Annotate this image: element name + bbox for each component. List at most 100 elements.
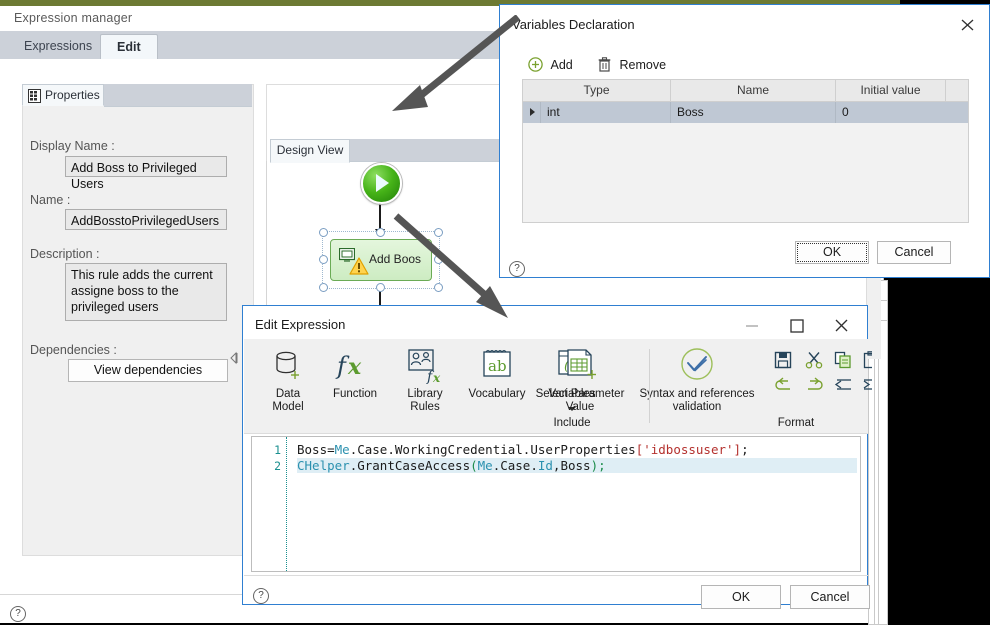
cell-name[interactable]: Boss xyxy=(671,102,836,123)
minimize-icon xyxy=(746,325,758,327)
code-line-1[interactable]: Boss=Me.Case.WorkingCredential.UserPrope… xyxy=(297,442,749,457)
variables-cancel-button[interactable]: Cancel xyxy=(877,241,951,264)
expression-help-button[interactable] xyxy=(253,588,269,607)
expression-minimize-button[interactable] xyxy=(731,312,773,338)
column-header-spacer xyxy=(946,80,968,101)
tab-expressions[interactable]: Expressions xyxy=(8,34,109,59)
maximize-icon xyxy=(790,319,804,333)
display-name-label: Display Name : xyxy=(30,139,115,153)
resize-handle-e[interactable] xyxy=(434,255,443,264)
format-group: Format xyxy=(664,349,872,429)
variables-ok-button[interactable]: OK xyxy=(795,241,869,264)
format-group-label: Format xyxy=(777,417,815,429)
line-number: 1 xyxy=(274,443,281,457)
cell-initial-value[interactable]: 0 xyxy=(836,102,946,123)
column-header-initial-value: Initial value xyxy=(836,80,946,101)
format-outdent-button[interactable] xyxy=(833,377,853,396)
close-icon xyxy=(835,319,848,332)
variables-declaration-dialog: Variables Declaration Add Remove Type Na… xyxy=(499,4,990,278)
ribbon-data-model-button[interactable]: Data Model xyxy=(260,347,316,414)
warning-icon xyxy=(349,257,369,275)
ribbon-select-parameter-value-btn[interactable]: Select Parameter Value xyxy=(525,347,635,414)
database-add-icon xyxy=(260,347,316,385)
task-node-add-boos[interactable]: Add Boos xyxy=(330,239,432,281)
play-icon xyxy=(376,174,389,192)
resize-handle-nw[interactable] xyxy=(319,228,328,237)
window-title: Expression manager xyxy=(14,11,133,25)
row-selector-cell[interactable] xyxy=(523,102,541,123)
close-icon xyxy=(961,19,974,31)
start-node[interactable] xyxy=(361,163,402,204)
ribbon-function-button[interactable]: f x Function xyxy=(324,347,386,401)
display-name-field[interactable]: Add Boss to Privileged Users xyxy=(65,156,227,191)
tab-design-view[interactable]: Design View xyxy=(270,139,350,163)
svg-text:ab: ab xyxy=(488,357,507,375)
cut-icon xyxy=(805,352,823,369)
fx-icon: f x xyxy=(324,347,386,385)
svg-text:x: x xyxy=(432,371,441,385)
properties-tab-filler xyxy=(104,84,252,107)
editor-gutter: 1 2 xyxy=(252,437,287,571)
undo-icon xyxy=(775,377,790,390)
resize-handle-se[interactable] xyxy=(434,283,443,292)
expression-maximize-button[interactable] xyxy=(776,312,818,338)
connector-start-task xyxy=(379,200,381,231)
expression-dialog-title: Edit Expression xyxy=(255,317,346,332)
resize-handle-ne[interactable] xyxy=(434,228,443,237)
view-dependencies-button[interactable]: View dependencies xyxy=(68,359,228,382)
expression-footer-divider xyxy=(244,575,868,576)
help-icon xyxy=(10,606,26,622)
variables-help-button[interactable] xyxy=(509,261,525,280)
ribbon-library-rules-button[interactable]: f x Library Rules xyxy=(394,347,456,414)
resize-handle-w[interactable] xyxy=(319,255,328,264)
format-cut-button[interactable] xyxy=(805,351,823,372)
ribbon-vocabulary-label: Vocabulary xyxy=(468,388,526,400)
people-fx-icon: f x xyxy=(394,347,456,385)
resize-handle-sw[interactable] xyxy=(319,283,328,292)
variables-remove-button[interactable]: Remove xyxy=(598,57,666,75)
variables-dialog-close-button[interactable] xyxy=(957,15,979,35)
resize-handle-n[interactable] xyxy=(376,228,385,237)
format-indent-button[interactable] xyxy=(862,377,872,396)
svg-text:x: x xyxy=(347,354,362,380)
row-arrow-icon xyxy=(529,108,535,116)
variables-add-label: Add xyxy=(550,58,573,72)
outdent-icon xyxy=(834,379,851,390)
ribbon-library-rules-label: Library Rules xyxy=(407,388,443,413)
ribbon-function-label: Function xyxy=(332,388,378,400)
help-icon xyxy=(509,261,525,277)
plus-circle-icon xyxy=(528,57,543,75)
format-redo-button[interactable] xyxy=(804,377,824,396)
column-header-name: Name xyxy=(671,80,836,101)
name-field[interactable]: AddBosstoPrivilegedUsers xyxy=(65,209,227,230)
collapse-splitter-icon[interactable] xyxy=(228,351,240,365)
variables-add-button[interactable]: Add xyxy=(528,57,573,75)
ribbon-variables-include-label: Include xyxy=(553,417,591,429)
tab-edit[interactable]: Edit xyxy=(100,34,158,59)
format-copy-button[interactable] xyxy=(834,351,852,372)
table-row[interactable]: int Boss 0 xyxy=(523,102,968,123)
expression-ok-button[interactable]: OK xyxy=(701,585,781,609)
ribbon-vocabulary-button[interactable]: ab Vocabulary xyxy=(462,347,532,401)
description-label: Description : xyxy=(30,247,100,261)
resize-handle-s[interactable] xyxy=(376,283,385,292)
main-help-button[interactable] xyxy=(10,606,26,625)
column-header-type: Type xyxy=(523,80,671,101)
expression-code-editor[interactable]: 1 2 Boss=Me.Case.WorkingCredential.UserP… xyxy=(251,436,861,572)
save-icon xyxy=(774,351,792,369)
indent-icon xyxy=(863,379,872,390)
format-undo-button[interactable] xyxy=(774,377,794,396)
description-field[interactable]: This rule adds the current assigne boss … xyxy=(65,263,227,321)
ribbon-select-parameter-value-label: Select Parameter Value xyxy=(535,388,625,413)
dependencies-label: Dependencies : xyxy=(30,343,117,357)
ribbon-separator xyxy=(649,349,650,423)
variables-table[interactable]: Type Name Initial value int Boss 0 xyxy=(522,79,969,223)
format-paste-button[interactable] xyxy=(863,351,872,372)
code-line-2[interactable]: CHelper.GrantCaseAccess(Me.Case.Id,Boss)… xyxy=(297,458,857,473)
expression-close-button[interactable] xyxy=(821,312,863,338)
expression-cancel-button[interactable]: Cancel xyxy=(790,585,870,609)
format-save-button[interactable] xyxy=(774,351,792,372)
name-label: Name : xyxy=(30,193,71,207)
cell-type[interactable]: int xyxy=(541,102,671,123)
tab-properties[interactable]: Properties xyxy=(22,84,104,106)
